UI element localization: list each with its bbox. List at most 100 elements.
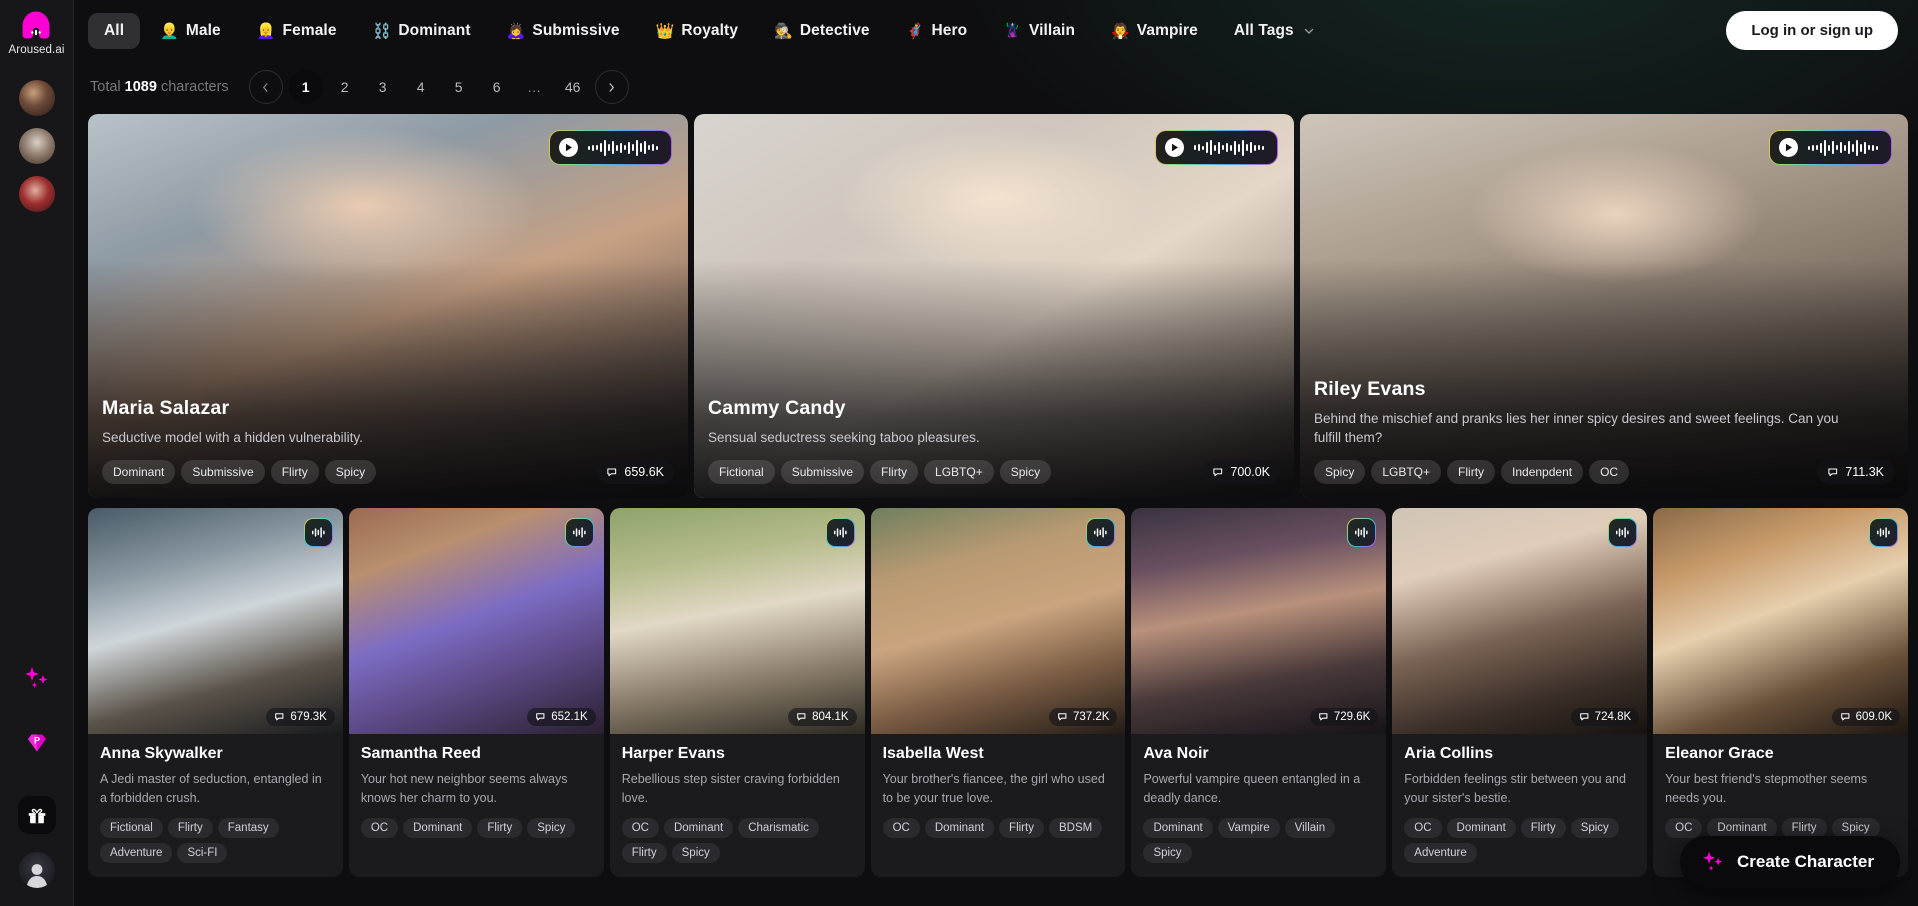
pagination-page-5[interactable]: 5	[443, 71, 475, 103]
character-card-aria-collins[interactable]: 724.8K Aria Collins Forbidden feelings s…	[1392, 508, 1647, 877]
audio-badge-button[interactable]	[1086, 518, 1115, 547]
character-card-harper-evans[interactable]: 804.1K Harper Evans Rebellious step sist…	[610, 508, 865, 877]
tag-chip[interactable]: Submissive	[781, 460, 864, 484]
tag-chip[interactable]: Charismatic	[738, 818, 819, 838]
tag-chip[interactable]: Flirty	[1782, 818, 1827, 838]
tag-chip[interactable]: Spicy	[527, 818, 575, 838]
tag-chip[interactable]: Flirty	[168, 818, 213, 838]
pagination-next-button[interactable]	[595, 70, 629, 104]
tag-chip[interactable]: Dominant	[403, 818, 472, 838]
nav-tab-detective[interactable]: 🕵️ Detective	[758, 13, 886, 49]
tag-chip[interactable]: Dominant	[664, 818, 733, 838]
nav-tab-villain[interactable]: 🦹‍♀️ Villain	[987, 13, 1091, 49]
nav-tab-all[interactable]: All	[88, 13, 140, 49]
tag-chip[interactable]: Sci-FI	[177, 843, 227, 863]
tag-chip[interactable]: Flirty	[622, 843, 667, 863]
pagination-page-1[interactable]: 1	[289, 70, 323, 104]
hero-card-riley-evans[interactable]: Riley Evans Behind the mischief and pran…	[1300, 114, 1908, 498]
tag-chip[interactable]: LGBTQ+	[1371, 460, 1441, 484]
tag-chip[interactable]: Flirty	[999, 818, 1044, 838]
audio-badge-button[interactable]	[1608, 518, 1637, 547]
character-card-samantha-reed[interactable]: 652.1K Samantha Reed Your hot new neighb…	[349, 508, 604, 877]
rail-avatar-1[interactable]	[19, 80, 55, 116]
audio-player-button[interactable]	[549, 130, 672, 165]
nav-tab-hero[interactable]: 🦸‍♂️ Hero	[890, 13, 984, 49]
pagination-page-4[interactable]: 4	[405, 71, 437, 103]
tag-chip[interactable]: Submissive	[181, 460, 264, 484]
tag-chip[interactable]: Fictional	[708, 460, 775, 484]
pagination-page-2[interactable]: 2	[329, 71, 361, 103]
pagination-prev-button[interactable]	[249, 70, 283, 104]
character-card-anna-skywalker[interactable]: 679.3K Anna Skywalker A Jedi master of s…	[88, 508, 343, 877]
nav-all-tags-dropdown[interactable]: All Tags	[1218, 13, 1331, 49]
hero-card-cammy-candy[interactable]: Cammy Candy Sensual seductress seeking t…	[694, 114, 1294, 498]
svg-text:P: P	[33, 736, 39, 746]
nav-tab-dominant[interactable]: ⛓️ Dominant	[357, 13, 487, 49]
tag-chip[interactable]: OC	[1404, 818, 1441, 838]
tag-chip[interactable]: Indenpdent	[1501, 460, 1583, 484]
tag-chip[interactable]: Flirty	[477, 818, 522, 838]
nav-tab-royalty[interactable]: 👑 Royalty	[640, 13, 754, 49]
tag-chip[interactable]: Dominant	[102, 460, 175, 484]
sparkles-icon[interactable]	[20, 662, 54, 696]
tag-chip[interactable]: Dominant	[1143, 818, 1212, 838]
chat-bubble-icon	[1318, 711, 1330, 723]
audio-player-button[interactable]	[1155, 130, 1278, 165]
tag-chip[interactable]: LGBTQ+	[924, 460, 994, 484]
profile-avatar-icon[interactable]	[19, 852, 55, 888]
brand-logo[interactable]: Aroused.ai	[9, 10, 65, 56]
audio-badge-button[interactable]	[1869, 518, 1898, 547]
nav-tab-submissive[interactable]: 🙇‍♀️ Submissive	[491, 13, 636, 49]
tag-chip[interactable]: OC	[883, 818, 920, 838]
tag-chip[interactable]: Flirty	[870, 460, 918, 484]
tag-chip[interactable]: OC	[1589, 460, 1629, 484]
character-card-ava-noir[interactable]: 729.6K Ava Noir Powerful vampire queen e…	[1131, 508, 1386, 877]
audio-badge-button[interactable]	[304, 518, 333, 547]
gift-icon[interactable]	[18, 796, 56, 834]
pagination-page-6[interactable]: 6	[481, 71, 513, 103]
nav-tab-female[interactable]: 👱‍♀️ Female	[241, 13, 353, 49]
chat-bubble-icon	[606, 466, 619, 479]
tag-chip[interactable]: OC	[622, 818, 659, 838]
nav-tab-vampire[interactable]: 🧛 Vampire	[1095, 13, 1214, 49]
character-card-isabella-west[interactable]: 737.2K Isabella West Your brother's fian…	[871, 508, 1126, 877]
character-grid-row: 679.3K Anna Skywalker A Jedi master of s…	[74, 498, 1918, 877]
tag-chip[interactable]: Fantasy	[218, 818, 279, 838]
tag-chip[interactable]: Flirty	[271, 460, 319, 484]
audio-badge-button[interactable]	[1347, 518, 1376, 547]
audio-badge-button[interactable]	[565, 518, 594, 547]
login-signup-button[interactable]: Log in or sign up	[1726, 11, 1898, 50]
tag-chip[interactable]: OC	[1665, 818, 1702, 838]
tag-chip[interactable]: Flirty	[1521, 818, 1566, 838]
card-photo-area: 652.1K	[349, 508, 604, 734]
tag-chip[interactable]: Spicy	[1000, 460, 1051, 484]
tag-chip[interactable]: Spicy	[1571, 818, 1619, 838]
tag-chip[interactable]: Dominant	[1707, 818, 1776, 838]
pagination-page-46[interactable]: 46	[557, 71, 589, 103]
nav-tab-male[interactable]: 👱‍♂️ Male	[144, 13, 237, 49]
tag-chip[interactable]: Dominant	[1447, 818, 1516, 838]
tag-chip[interactable]: Spicy	[1832, 818, 1880, 838]
tag-chip[interactable]: Spicy	[1143, 843, 1191, 863]
tag-chip[interactable]: OC	[361, 818, 398, 838]
tag-chip[interactable]: Villain	[1285, 818, 1335, 838]
premium-diamond-icon[interactable]: P	[20, 726, 54, 760]
character-card-eleanor-grace[interactable]: 609.0K Eleanor Grace Your best friend's …	[1653, 508, 1908, 877]
audio-player-button[interactable]	[1769, 130, 1892, 165]
tag-chip[interactable]: Adventure	[1404, 843, 1476, 863]
create-character-button[interactable]: Create Character	[1680, 836, 1900, 888]
rail-avatar-3[interactable]	[19, 176, 55, 212]
tag-chip[interactable]: Adventure	[100, 843, 172, 863]
tag-chip[interactable]: Spicy	[325, 460, 376, 484]
tag-chip[interactable]: Spicy	[672, 843, 720, 863]
tag-chip[interactable]: Spicy	[1314, 460, 1365, 484]
tag-chip[interactable]: BDSM	[1049, 818, 1102, 838]
tag-chip[interactable]: Fictional	[100, 818, 163, 838]
audio-badge-button[interactable]	[826, 518, 855, 547]
tag-chip[interactable]: Dominant	[925, 818, 994, 838]
hero-card-maria-salazar[interactable]: Maria Salazar Seductive model with a hid…	[88, 114, 688, 498]
tag-chip[interactable]: Flirty	[1447, 460, 1495, 484]
pagination-page-3[interactable]: 3	[367, 71, 399, 103]
tag-chip[interactable]: Vampire	[1218, 818, 1280, 838]
rail-avatar-2[interactable]	[19, 128, 55, 164]
